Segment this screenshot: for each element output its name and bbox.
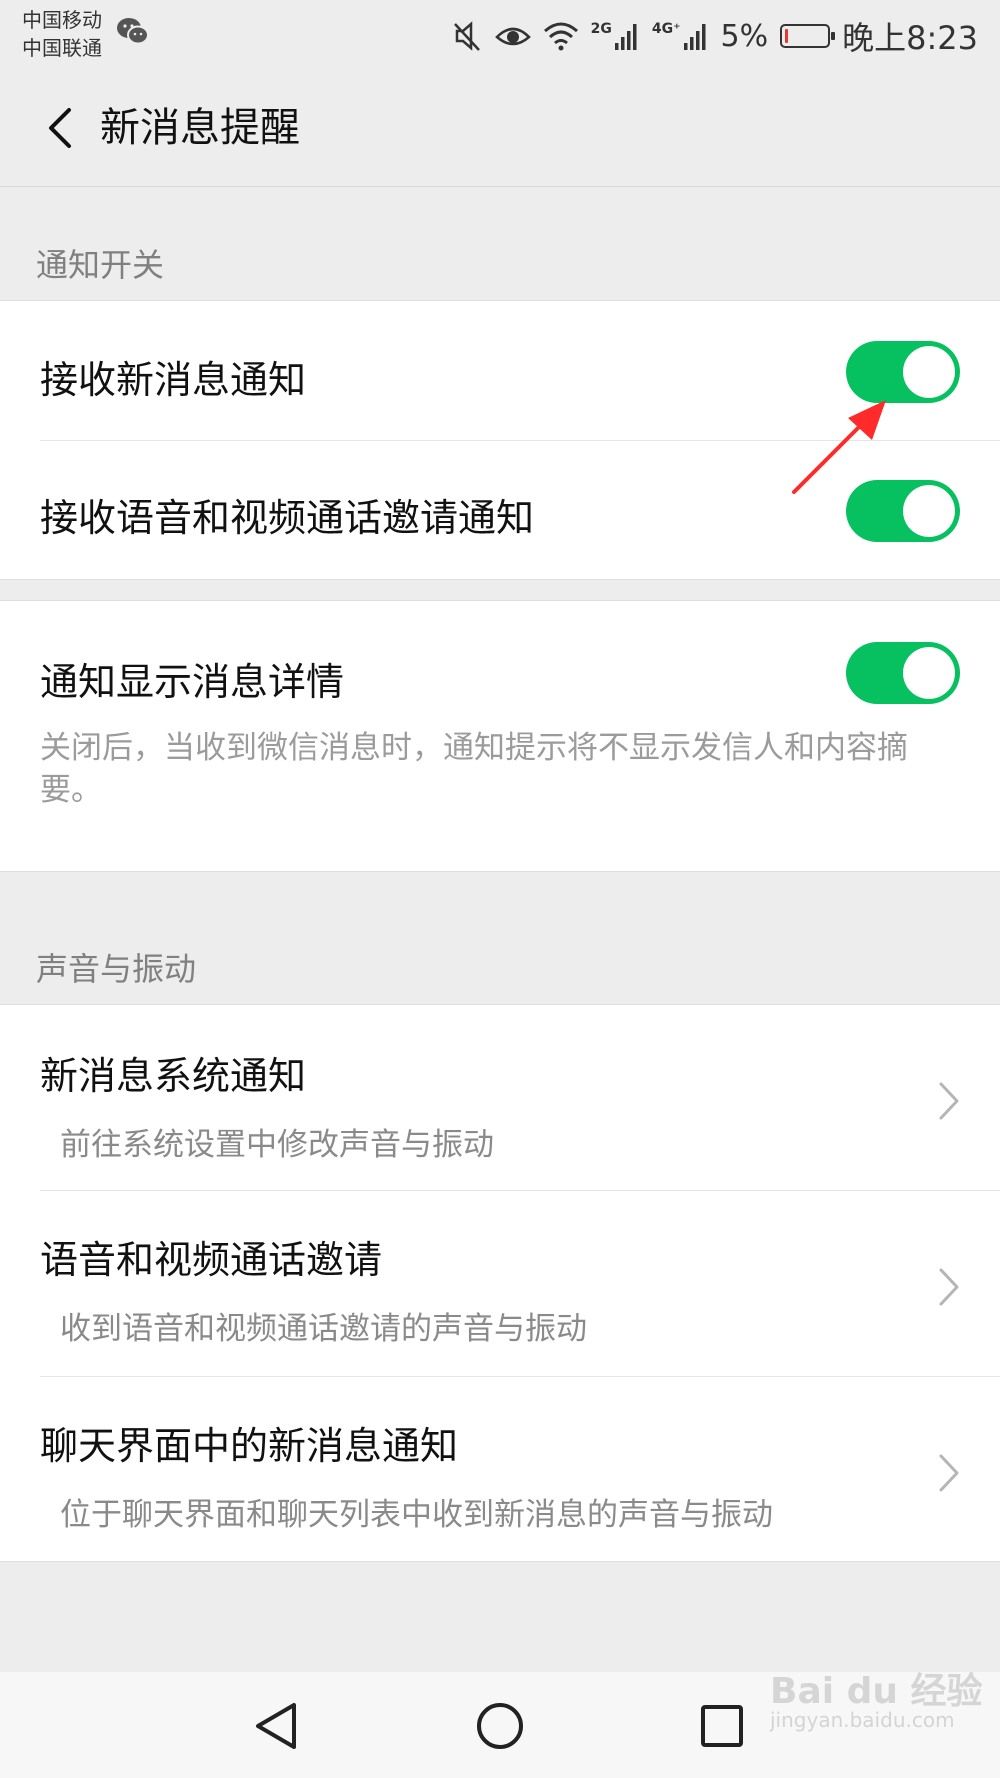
wifi-icon — [543, 22, 578, 51]
list-item-call-invite-sound[interactable]: 语音和视频通话邀请 收到语音和视频通话邀请的声音与振动 — [0, 1191, 1000, 1376]
watermark-url: jingyan.baidu.com — [770, 1708, 955, 1732]
toggle-show-details[interactable] — [846, 642, 960, 704]
list-item-chat-notify[interactable]: 聊天界面中的新消息通知 位于聊天界面和聊天列表中收到新消息的声音与振动 — [0, 1377, 1000, 1561]
battery-percent: 5% — [720, 18, 769, 54]
signal-bars-icon — [614, 24, 637, 50]
chevron-right-icon — [939, 1454, 959, 1492]
signal-1: 2G — [591, 21, 640, 51]
setting-description: 关闭后，当收到微信消息时，通知提示将不显示发信人和内容摘要。 — [40, 730, 908, 808]
network-type-2: 4G⁺ — [651, 21, 681, 37]
status-icons: 2G 4G⁺ 5% 晚上8:23 — [453, 10, 978, 62]
triangle-back-icon — [256, 1703, 296, 1749]
list-item-sub: 收到语音和视频通话邀请的声音与振动 — [60, 1311, 587, 1347]
watermark-logo: Bai du 经验 — [770, 1671, 983, 1712]
carrier-1: 中国移动 — [22, 8, 102, 32]
network-type-1: 2G — [590, 21, 612, 37]
annotation-arrow-icon — [792, 400, 886, 494]
toggle-knob — [903, 647, 955, 699]
section-header-sound: 声音与振动 — [36, 950, 197, 988]
list-item-label: 语音和视频通话邀请 — [40, 1238, 383, 1282]
setting-label: 接收语音和视频通话邀请通知 — [40, 496, 535, 540]
eye-comfort-icon — [494, 27, 531, 46]
battery-icon — [780, 24, 836, 48]
carrier-2: 中国联通 — [22, 36, 102, 60]
circle-home-icon — [477, 1703, 523, 1749]
toggle-knob — [903, 485, 955, 537]
section-header-notify: 通知开关 — [36, 246, 165, 284]
page-title: 新消息提醒 — [100, 105, 300, 151]
wechat-notification-icon — [117, 18, 149, 45]
signal-bars-icon — [683, 24, 706, 50]
chevron-right-icon — [939, 1268, 959, 1306]
list-item-sub: 前往系统设置中修改声音与振动 — [60, 1127, 494, 1163]
clock: 晚上8:23 — [842, 19, 978, 57]
setting-row-show-details[interactable]: 通知显示消息详情 关闭后，当收到微信消息时，通知提示将不显示发信人和内容摘要。 — [0, 601, 1000, 871]
nav-home-button[interactable] — [468, 1694, 532, 1758]
list-item-system-notify[interactable]: 新消息系统通知 前往系统设置中修改声音与振动 — [0, 1005, 1000, 1190]
list-item-label: 新消息系统通知 — [40, 1054, 307, 1098]
square-recents-icon — [701, 1705, 743, 1747]
back-button[interactable] — [30, 96, 90, 160]
sound-vibration-card: 新消息系统通知 前往系统设置中修改声音与振动 语音和视频通话邀请 收到语音和视频… — [0, 1004, 1000, 1562]
toggle-knob — [903, 346, 955, 398]
list-item-label: 聊天界面中的新消息通知 — [40, 1424, 459, 1468]
list-item-sub: 位于聊天界面和聊天列表中收到新消息的声音与振动 — [60, 1497, 773, 1533]
chevron-right-icon — [939, 1082, 959, 1120]
toggle-receive-new-msg[interactable] — [846, 341, 960, 403]
chevron-left-icon — [49, 108, 71, 148]
signal-2: 4G⁺ — [652, 21, 709, 51]
battery-level — [785, 29, 789, 43]
mute-icon — [453, 21, 480, 51]
nav-header: 新消息提醒 — [0, 72, 1000, 187]
nav-back-button[interactable] — [244, 1694, 308, 1758]
details-card: 通知显示消息详情 关闭后，当收到微信消息时，通知提示将不显示发信人和内容摘要。 — [0, 600, 1000, 872]
setting-label: 通知显示消息详情 — [40, 660, 345, 704]
carrier-info: 中国移动 中国联通 — [22, 6, 102, 62]
nav-recents-button[interactable] — [690, 1694, 754, 1758]
status-bar: 中国移动 中国联通 2G 4G⁺ 5% 晚上8:23 — [0, 0, 1000, 72]
setting-label: 接收新消息通知 — [40, 358, 307, 402]
